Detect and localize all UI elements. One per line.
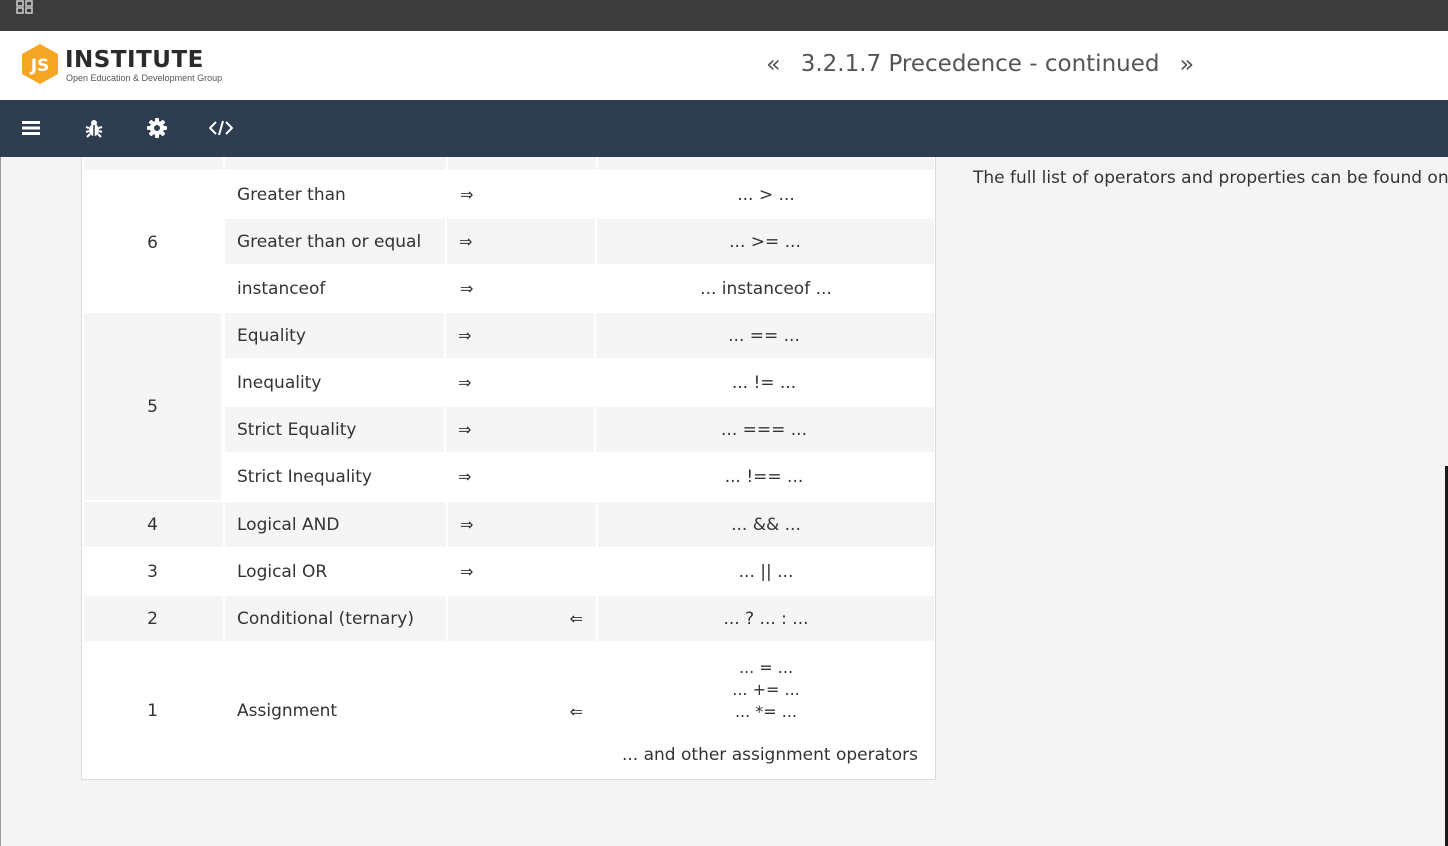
operator-name: Strict Inequality: [237, 466, 372, 487]
menu-icon: [22, 121, 40, 135]
operator-name: instanceof: [237, 278, 326, 299]
operator-name: Strict Equality: [237, 419, 357, 440]
operator-syntax: ... = ...: [738, 658, 794, 677]
bug-icon: [85, 120, 103, 138]
associativity-arrow: ⇒: [460, 279, 474, 298]
associativity-arrow: ⇒: [458, 420, 472, 439]
table-row: Equality ⇒ ... == ...: [223, 313, 934, 358]
side-note-text: The full list of operators and propertie…: [973, 168, 1448, 188]
lesson-navigation: « 3.2.1.7 Precedence - continued »: [760, 48, 1200, 80]
associativity-arrow: ⇒: [460, 562, 474, 581]
logo-tagline: Open Education & Development Group: [66, 73, 223, 83]
menu-button[interactable]: [17, 114, 45, 142]
operator-name: Greater than or equal: [237, 231, 422, 252]
table-row: instanceof ⇒ ... instanceof ...: [84, 266, 934, 311]
precedence-cell: 1: [147, 701, 158, 721]
code-view-button[interactable]: [207, 114, 235, 142]
table-row: Inequality ⇒ ... != ...: [223, 360, 934, 405]
operator-syntax: ... === ...: [721, 419, 807, 440]
associativity-arrow: ⇒: [458, 467, 472, 486]
precedence-table: 6 Greater than ⇒ ... > ... Greater than …: [81, 157, 936, 780]
page-header: JS INSTITUTE Open Education & Developmen…: [0, 31, 1448, 100]
gear-icon: [147, 118, 167, 138]
lesson-title: 3.2.1.7 Precedence - continued: [800, 51, 1160, 77]
associativity-arrow: ⇒: [460, 185, 474, 204]
operator-syntax: ... instanceof ...: [700, 278, 832, 299]
operator-name: Logical AND: [237, 514, 340, 535]
operator-syntax: ... ? ... : ...: [723, 608, 809, 629]
precedence-cell: 5: [84, 313, 221, 500]
operator-syntax: ... || ...: [738, 561, 794, 582]
js-institute-logo[interactable]: JS INSTITUTE Open Education & Developmen…: [20, 43, 250, 89]
operator-name: Logical OR: [237, 561, 328, 582]
associativity-arrow: ⇐: [569, 609, 583, 628]
table-row: Greater than or equal ⇒ ... >= ...: [225, 219, 934, 264]
precedence-cell: 2: [147, 608, 158, 629]
table-row: [84, 157, 934, 170]
settings-button[interactable]: [143, 114, 171, 142]
table-row: 3 Logical OR ⇒ ... || ...: [84, 549, 934, 594]
operator-syntax: ... && ...: [731, 514, 801, 535]
editor-toolbar: [0, 100, 1448, 157]
table-row: Greater than ⇒ ... > ...: [84, 172, 934, 217]
operator-name: Greater than: [237, 184, 346, 205]
top-bar: [0, 0, 1448, 31]
operator-syntax: ... == ...: [728, 325, 800, 346]
operator-name: Conditional (ternary): [237, 608, 414, 629]
assignment-note: ... and other assignment operators: [622, 745, 918, 765]
code-icon: [209, 120, 233, 136]
operator-name: Inequality: [237, 372, 322, 393]
table-row: 4 Logical AND ⇒ ... && ...: [84, 502, 934, 547]
precedence-cell: 3: [147, 561, 158, 582]
operator-syntax: ... >= ...: [729, 231, 801, 252]
content-left-border: [0, 157, 1, 846]
logo-name: INSTITUTE: [65, 47, 204, 73]
operator-syntax: ... != ...: [731, 372, 797, 393]
operator-syntax: ... += ...: [732, 680, 800, 699]
associativity-arrow: ⇐: [569, 701, 583, 721]
table-row: Strict Equality ⇒ ... === ...: [223, 407, 934, 452]
associativity-arrow: ⇒: [458, 326, 472, 345]
table-row: 2 Conditional (ternary) ⇐ ... ? ... : ..…: [84, 596, 934, 641]
associativity-arrow: ⇒: [460, 515, 474, 534]
precedence-cell: 4: [147, 514, 158, 535]
operator-syntax: ... *= ...: [734, 702, 798, 721]
operator-name: Assignment: [237, 701, 338, 721]
apps-grid-icon[interactable]: [16, 0, 34, 14]
associativity-arrow: ⇒: [458, 373, 472, 392]
table-row: Strict Inequality ⇒ ... !== ...: [223, 454, 934, 499]
operator-syntax: ... !== ...: [724, 466, 804, 487]
assignment-syntax-list: ... = ... ... += ... ... *= ...: [598, 657, 934, 723]
previous-lesson-button[interactable]: «: [760, 50, 787, 78]
operator-syntax: ... > ...: [737, 184, 795, 205]
operator-name: Equality: [237, 325, 306, 346]
js-hexagon-icon: JS: [22, 44, 58, 84]
debug-button[interactable]: [80, 114, 108, 142]
next-lesson-button[interactable]: »: [1173, 50, 1200, 78]
logo-mark: JS: [30, 56, 50, 76]
associativity-arrow: ⇒: [459, 232, 473, 251]
